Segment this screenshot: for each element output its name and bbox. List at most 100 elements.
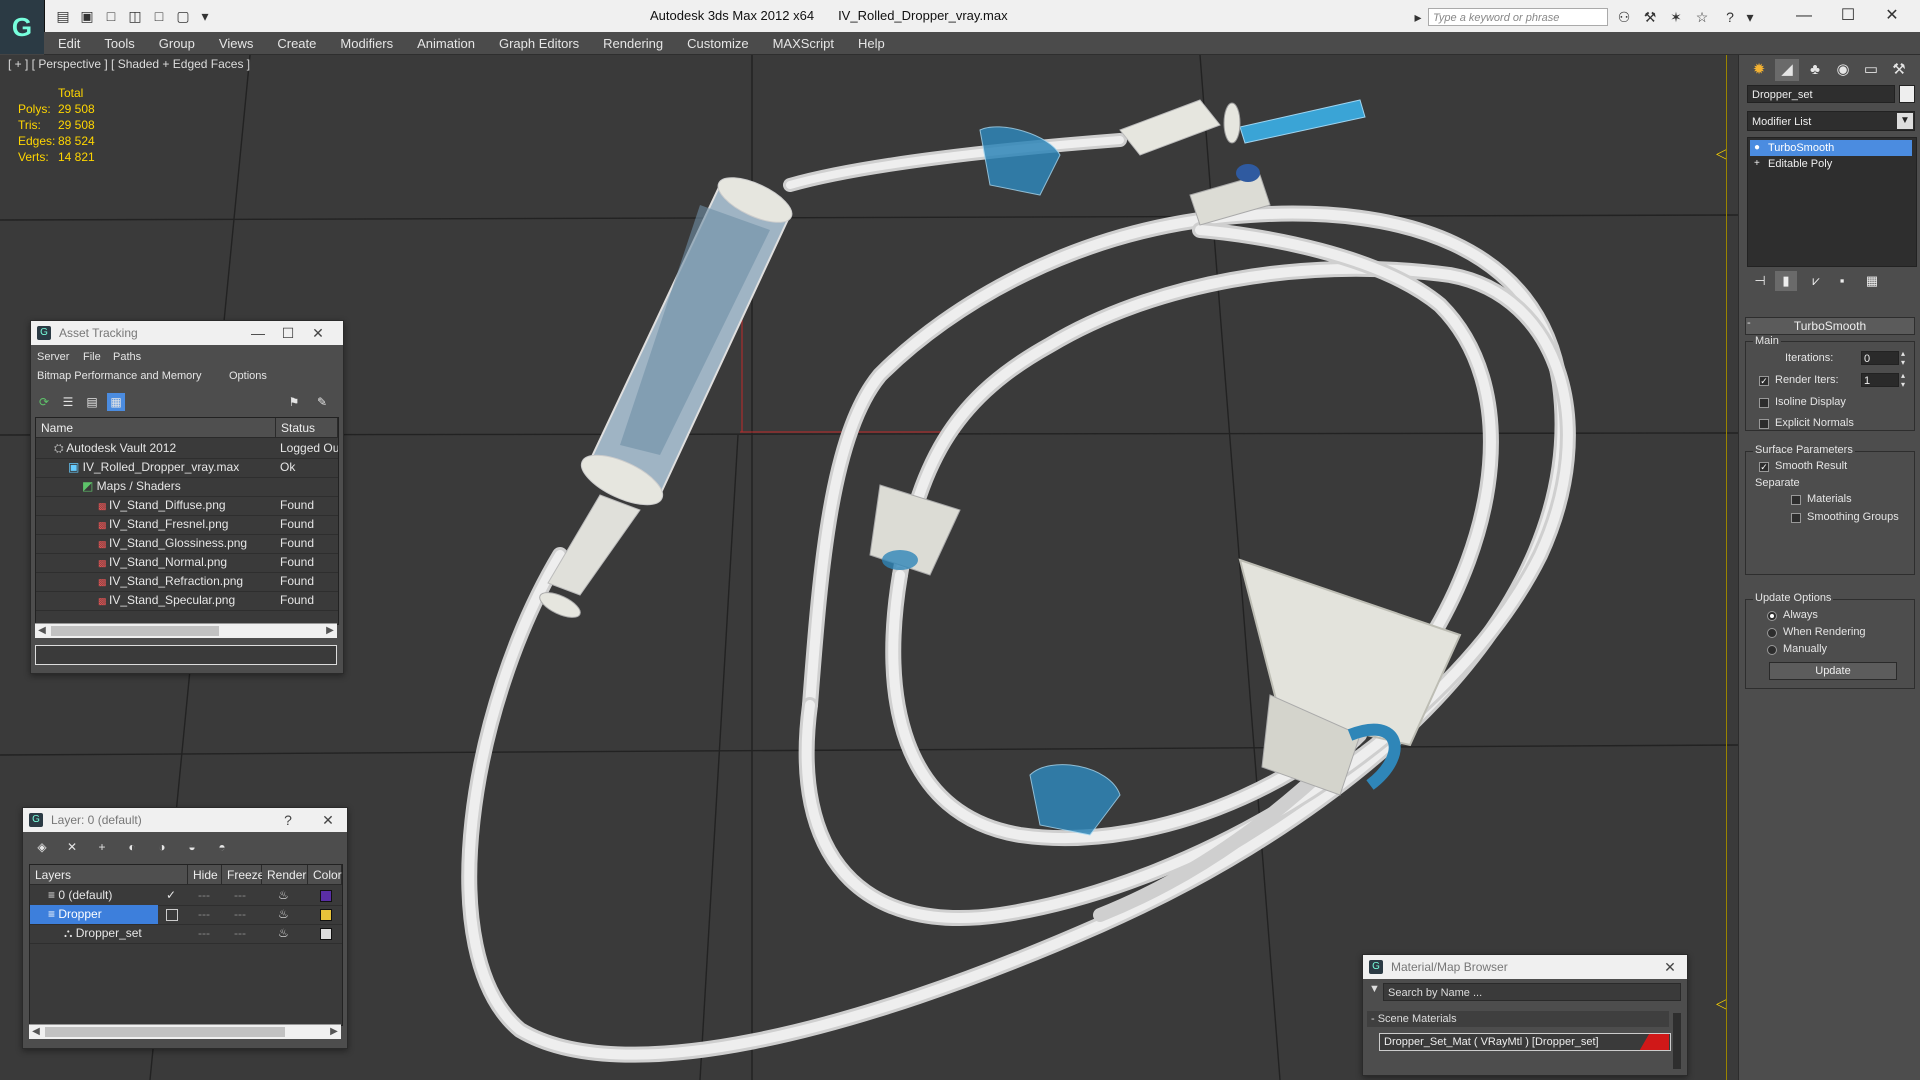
create-layer-icon[interactable]: ◈ [33, 838, 51, 856]
freeze-toggle[interactable]: --- [234, 905, 254, 924]
asset-menu-options[interactable]: Options [229, 370, 267, 382]
layer-horizontal-scrollbar[interactable]: ◀ ▶ [29, 1024, 341, 1039]
menu-create[interactable]: Create [265, 36, 328, 51]
menu-rendering[interactable]: Rendering [591, 36, 675, 51]
favorites-star-icon[interactable]: ☆ [1692, 8, 1712, 26]
table-row[interactable]: ▩ IV_Stand_Refraction.png Found [36, 572, 338, 592]
render-iters-spinner[interactable]: 1 [1861, 373, 1899, 387]
menu-help[interactable]: Help [846, 36, 897, 51]
explicit-normals-checkbox[interactable] [1759, 419, 1769, 429]
quick-access-dropdown-icon[interactable]: ▾ [196, 8, 214, 24]
table-row[interactable]: ≡ Dropper --- --- ♨ [30, 905, 342, 925]
menu-maxscript[interactable]: MAXScript [761, 36, 846, 51]
scene-materials-group-header[interactable]: - Scene Materials [1367, 1011, 1669, 1027]
infocenter-search-input[interactable]: Type a keyword or phrase [1428, 8, 1608, 26]
material-vertical-scrollbar[interactable] [1673, 1013, 1681, 1069]
menu-modifiers[interactable]: Modifiers [328, 36, 405, 51]
browser-options-icon[interactable]: ▼ [1369, 983, 1380, 995]
help-icon[interactable]: ? [1720, 8, 1740, 26]
remove-modifier-icon[interactable]: ▪ [1831, 271, 1853, 291]
hide-toggle[interactable]: --- [198, 924, 218, 943]
table-row[interactable]: ▩ IV_Stand_Normal.png Found [36, 553, 338, 573]
active-layer-check-icon[interactable]: ✓ [166, 886, 180, 905]
column-header-status[interactable]: Status [276, 418, 338, 438]
table-view-icon[interactable]: ▦ [107, 393, 125, 411]
open-file-icon[interactable]: ▤ [54, 8, 72, 24]
stack-item-turbosmooth[interactable]: ● TurboSmooth [1750, 140, 1912, 156]
hide-all-icon[interactable]: ◒ [183, 838, 201, 856]
redo-icon[interactable]: ▢ [174, 8, 192, 24]
utilities-tab-icon[interactable]: ⚒ [1887, 59, 1911, 81]
hierarchy-tab-icon[interactable]: ♣ [1803, 59, 1827, 81]
table-row[interactable]: ⛭ Autodesk Vault 2012 Logged Ou [36, 439, 338, 459]
close-icon[interactable]: ✕ [313, 808, 343, 832]
column-header-name[interactable]: Name [36, 418, 276, 438]
close-icon[interactable]: ✕ [303, 321, 333, 345]
table-row[interactable]: ≡ 0 (default) ✓ --- --- ♨ [30, 886, 342, 906]
column-header-color[interactable]: Color [308, 865, 342, 885]
delete-layer-icon[interactable]: ✕ [63, 838, 81, 856]
freeze-toggle[interactable]: --- [234, 924, 254, 943]
display-tab-icon[interactable]: ▭ [1859, 59, 1883, 81]
modifier-list-dropdown[interactable]: Modifier List [1747, 111, 1915, 131]
layer-color-swatch[interactable] [320, 890, 332, 902]
material-search-input[interactable]: Search by Name ... [1383, 983, 1681, 1001]
hide-toggle[interactable]: --- [198, 886, 218, 905]
menu-edit[interactable]: Edit [44, 36, 92, 51]
add-to-layer-icon[interactable]: + [93, 838, 111, 856]
new-scene-icon[interactable]: □ [102, 8, 120, 24]
list-view-icon[interactable]: ☰ [59, 393, 77, 411]
binoculars-icon[interactable]: ⚇ [1614, 8, 1634, 26]
scroll-right-icon[interactable]: ▶ [323, 624, 337, 638]
update-button[interactable]: Update [1769, 662, 1897, 680]
scroll-left-icon[interactable]: ◀ [29, 1025, 43, 1039]
highlight-layer-icon[interactable]: ◑ [153, 838, 171, 856]
iterations-spinner[interactable]: 0 [1861, 351, 1899, 365]
table-row[interactable]: ▩ IV_Stand_Diffuse.png Found [36, 496, 338, 516]
table-row[interactable]: ▩ IV_Stand_Glossiness.png Found [36, 534, 338, 554]
layer-color-swatch[interactable] [320, 909, 332, 921]
object-color-swatch[interactable] [1899, 85, 1915, 103]
spinner-arrows-icon[interactable]: ▴ ▾ [1901, 371, 1905, 389]
app-logo-button[interactable]: G [0, 0, 45, 54]
column-header-freeze[interactable]: Freeze [222, 865, 264, 885]
menu-group[interactable]: Group [147, 36, 207, 51]
hold-icon[interactable]: ◫ [126, 8, 144, 24]
minimize-icon[interactable]: — [1782, 4, 1826, 28]
stack-item-editable-poly[interactable]: + Editable Poly [1750, 156, 1912, 172]
save-file-icon[interactable]: ▣ [78, 8, 96, 24]
menu-tools[interactable]: Tools [92, 36, 146, 51]
refresh-icon[interactable]: ⟳ [35, 393, 53, 411]
render-iters-checkbox[interactable]: ✓ [1759, 376, 1769, 386]
hide-toggle[interactable]: --- [198, 905, 218, 924]
table-row[interactable]: ▩ IV_Stand_Fresnel.png Found [36, 515, 338, 535]
active-layer-box[interactable] [166, 909, 178, 921]
scroll-left-icon[interactable]: ◀ [35, 624, 49, 638]
layer-color-swatch[interactable] [320, 928, 332, 940]
menu-graph-editors[interactable]: Graph Editors [487, 36, 591, 51]
undo-icon[interactable]: □ [150, 8, 168, 24]
smoothing-groups-checkbox[interactable] [1791, 513, 1801, 523]
chevron-down-icon[interactable]: ▼ [1897, 113, 1913, 129]
asset-menu-bitmap-performance[interactable]: Bitmap Performance and Memory [37, 370, 201, 382]
show-end-result-icon[interactable]: ▮ [1775, 271, 1797, 291]
maximize-icon[interactable]: ☐ [273, 321, 303, 345]
subscription-icon[interactable]: ⚒ [1640, 8, 1660, 26]
minimize-icon[interactable]: — [243, 321, 273, 345]
asset-path-field[interactable] [35, 645, 337, 665]
maximize-icon[interactable]: ☐ [1826, 4, 1870, 28]
render-teapot-icon[interactable]: ♨ [278, 905, 298, 924]
update-manually-radio[interactable] [1767, 645, 1777, 655]
menu-views[interactable]: Views [207, 36, 265, 51]
asset-horizontal-scrollbar[interactable]: ◀ ▶ [35, 623, 337, 638]
scroll-thumb[interactable] [51, 626, 219, 636]
update-always-radio[interactable] [1767, 611, 1777, 621]
freeze-all-icon[interactable]: ◓ [213, 838, 231, 856]
expand-search-icon[interactable]: ▸ [1408, 8, 1428, 26]
help-button[interactable]: ? [273, 808, 303, 832]
lightbulb-icon[interactable]: ● [1754, 140, 1760, 156]
render-teapot-icon[interactable]: ♨ [278, 886, 298, 905]
table-row[interactable]: ◩ Maps / Shaders [36, 477, 338, 497]
select-objects-icon[interactable]: ◐ [123, 838, 141, 856]
modify-tab-icon[interactable]: ◢ [1775, 59, 1799, 81]
